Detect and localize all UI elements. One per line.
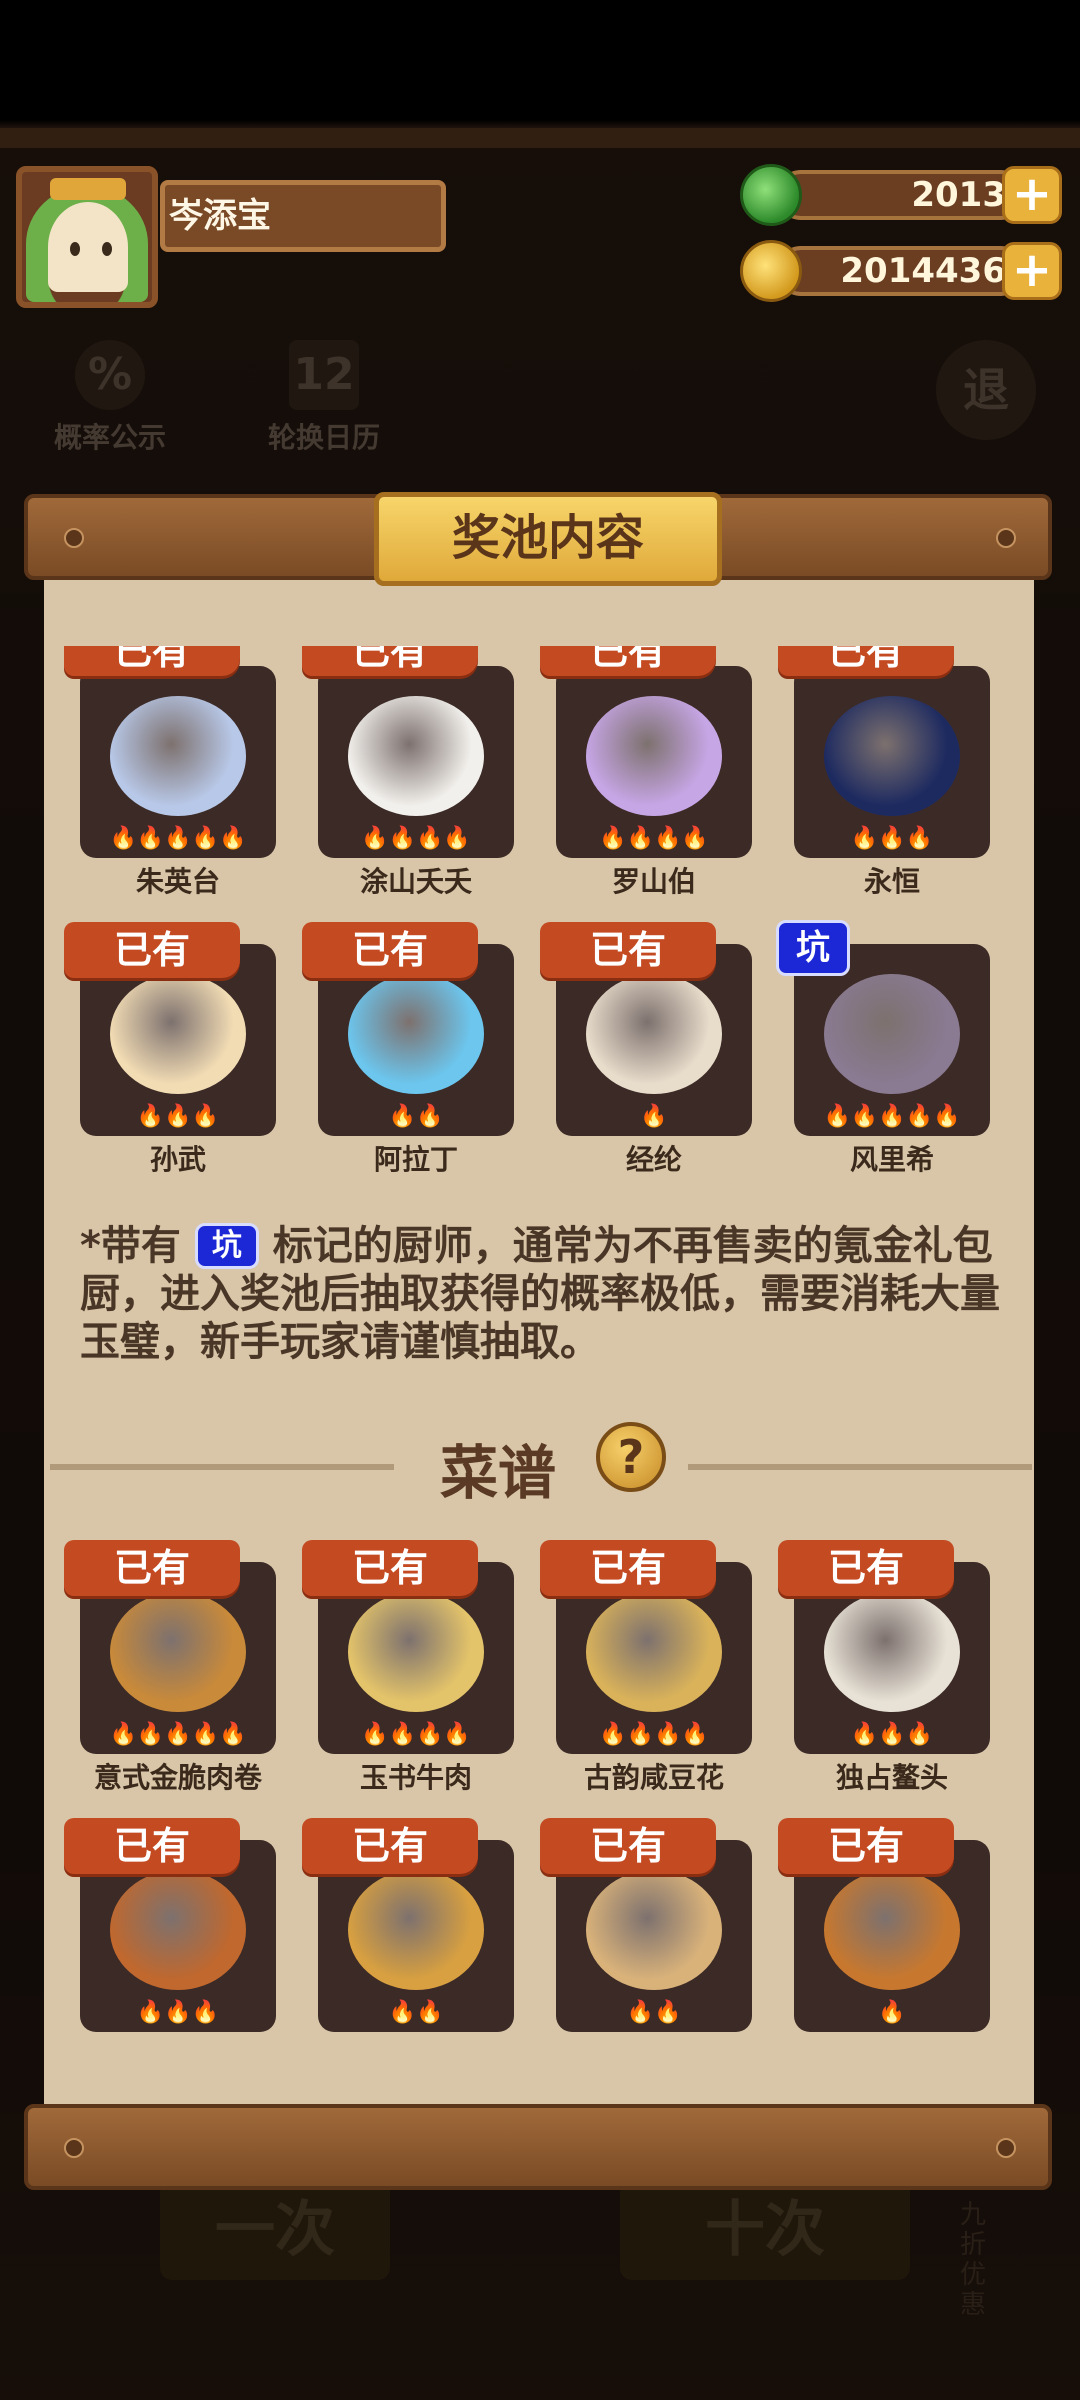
chef-art (824, 974, 960, 1094)
recipe-card[interactable]: 🔥🔥🔥 已有独占鳌头 (778, 1540, 990, 1794)
scroll-bottom-rod (24, 2104, 1052, 2190)
owned-badge: 已有 (302, 1540, 478, 1596)
pit-badge-inline: 坑 (194, 1223, 259, 1269)
recipe-art (110, 1592, 246, 1712)
chef-name: 孙武 (149, 1143, 206, 1176)
flame-rating-icon: 🔥🔥🔥🔥 (361, 826, 471, 851)
flame-rating-icon: 🔥🔥 (388, 1104, 444, 1129)
chef-card[interactable]: 🔥🔥🔥🔥 已有罗山伯 (540, 646, 752, 898)
chef-art (110, 974, 246, 1094)
chef-portrait: 🔥🔥🔥 (794, 666, 990, 858)
flame-rating-icon: 🔥🔥🔥 (136, 2000, 220, 2025)
coin-icon (740, 240, 802, 302)
recipe-art (348, 1592, 484, 1712)
owned-badge: 已有 (778, 1540, 954, 1596)
owned-badge: 已有 (302, 1818, 478, 1874)
coin-currency: 2014436 + (740, 240, 1062, 302)
chef-portrait: 🔥🔥🔥🔥 (318, 666, 514, 858)
jade-icon (740, 164, 802, 226)
recipe-card[interactable]: 🔥🔥🔥🔥🔥 已有意式金脆肉卷 (64, 1540, 276, 1794)
chef-card[interactable]: 🔥🔥🔥🔥 已有涂山夭夭 (302, 646, 514, 898)
recipe-name: 古韵咸豆花 (583, 1761, 724, 1794)
owned-badge: 已有 (540, 1540, 716, 1596)
recipe-name: 独占鳌头 (835, 1761, 948, 1794)
chef-card[interactable]: 🔥🔥🔥 已有孙武 (64, 922, 276, 1176)
recipe-art (586, 1592, 722, 1712)
chef-name: 涂山夭夭 (359, 865, 472, 898)
flame-rating-icon: 🔥🔥🔥 (850, 1722, 934, 1747)
recipe-card[interactable]: 🔥🔥🔥🔥 已有古韵咸豆花 (540, 1540, 752, 1794)
recipe-card[interactable]: 🔥🔥🔥 已有 (64, 1818, 276, 2032)
flame-rating-icon: 🔥🔥 (388, 2000, 444, 2025)
chef-art (348, 974, 484, 1094)
owned-badge: 已有 (302, 646, 478, 676)
divider-left (50, 1464, 394, 1470)
add-jade-button[interactable]: + (1002, 166, 1062, 224)
chef-name: 阿拉丁 (373, 1143, 458, 1176)
flame-rating-icon: 🔥 (878, 2000, 906, 2025)
chef-art (110, 696, 246, 816)
avatar[interactable] (16, 166, 158, 308)
flame-rating-icon: 🔥🔥🔥🔥 (361, 1722, 471, 1747)
flame-rating-icon: 🔥🔥🔥 (850, 826, 934, 851)
flame-rating-icon: 🔥🔥🔥🔥🔥 (109, 826, 247, 851)
chef-card[interactable]: 🔥🔥🔥🔥🔥 已有朱英台 (64, 646, 276, 898)
owned-badge: 已有 (64, 646, 240, 676)
owned-badge: 已有 (778, 1818, 954, 1874)
owned-badge: 已有 (540, 646, 716, 676)
recipe-name: 玉书牛肉 (359, 1761, 472, 1794)
dialog-title: 奖池内容 (374, 492, 722, 586)
chef-portrait: 🔥🔥🔥🔥 (556, 666, 752, 858)
chef-art (586, 696, 722, 816)
pit-notice: *带有 坑 标记的厨师，通常为不再售卖的氪金礼包厨，进入奖池后抽取获得的概率极低… (80, 1223, 1000, 1365)
owned-badge: 已有 (64, 1818, 240, 1874)
recipe-card[interactable]: 🔥🔥 已有 (540, 1818, 752, 2032)
flame-rating-icon: 🔥 (640, 1104, 668, 1129)
chef-art (586, 974, 722, 1094)
chef-art (824, 696, 960, 816)
recipes-section-title: 菜谱 (440, 1439, 557, 1507)
recipe-art (110, 1870, 246, 1990)
player-name: 岑添宝 (160, 180, 446, 252)
pit-badge: 坑 (776, 920, 850, 976)
recipe-art (586, 1870, 722, 1990)
owned-badge: 已有 (64, 1540, 240, 1596)
owned-badge: 已有 (64, 922, 240, 978)
owned-badge: 已有 (540, 1818, 716, 1874)
help-icon[interactable]: ? (596, 1422, 666, 1492)
chef-name: 永恒 (863, 865, 920, 898)
chef-name: 风里希 (849, 1143, 934, 1176)
divider-right (688, 1464, 1032, 1470)
flame-rating-icon: 🔥🔥 (626, 2000, 682, 2025)
recipe-art (348, 1870, 484, 1990)
recipe-art (824, 1592, 960, 1712)
chef-card[interactable]: 🔥 已有经纶 (540, 922, 752, 1176)
flame-rating-icon: 🔥🔥🔥 (136, 1104, 220, 1129)
flame-rating-icon: 🔥🔥🔥🔥🔥 (109, 1722, 247, 1747)
recipe-card[interactable]: 🔥🔥🔥🔥 已有玉书牛肉 (302, 1540, 514, 1794)
jade-amount: 2013 (776, 170, 1026, 220)
flame-rating-icon: 🔥🔥🔥🔥🔥 (823, 1104, 961, 1129)
chef-art (348, 696, 484, 816)
chef-portrait: 🔥🔥🔥🔥🔥 (80, 666, 276, 858)
chef-name: 朱英台 (135, 865, 220, 898)
recipe-card[interactable]: 🔥🔥 已有 (302, 1818, 514, 2032)
flame-rating-icon: 🔥🔥🔥🔥 (599, 1722, 709, 1747)
chef-name: 罗山伯 (611, 865, 696, 898)
owned-badge: 已有 (540, 922, 716, 978)
jade-currency: 2013 + (740, 164, 1062, 226)
owned-badge: 已有 (302, 922, 478, 978)
add-coins-button[interactable]: + (1002, 242, 1062, 300)
chef-card[interactable]: 🔥🔥🔥🔥🔥 坑风里希 (776, 920, 990, 1176)
flame-rating-icon: 🔥🔥🔥🔥 (599, 826, 709, 851)
chef-card[interactable]: 🔥🔥🔥 已有永恒 (778, 646, 990, 898)
chef-name: 经纶 (625, 1143, 682, 1176)
recipe-name: 意式金脆肉卷 (93, 1761, 262, 1794)
chef-card[interactable]: 🔥🔥 已有阿拉丁 (302, 922, 514, 1176)
coin-amount: 2014436 (776, 246, 1026, 296)
owned-badge: 已有 (778, 646, 954, 676)
recipe-card[interactable]: 🔥 已有 (778, 1818, 990, 2032)
recipe-art (824, 1870, 960, 1990)
